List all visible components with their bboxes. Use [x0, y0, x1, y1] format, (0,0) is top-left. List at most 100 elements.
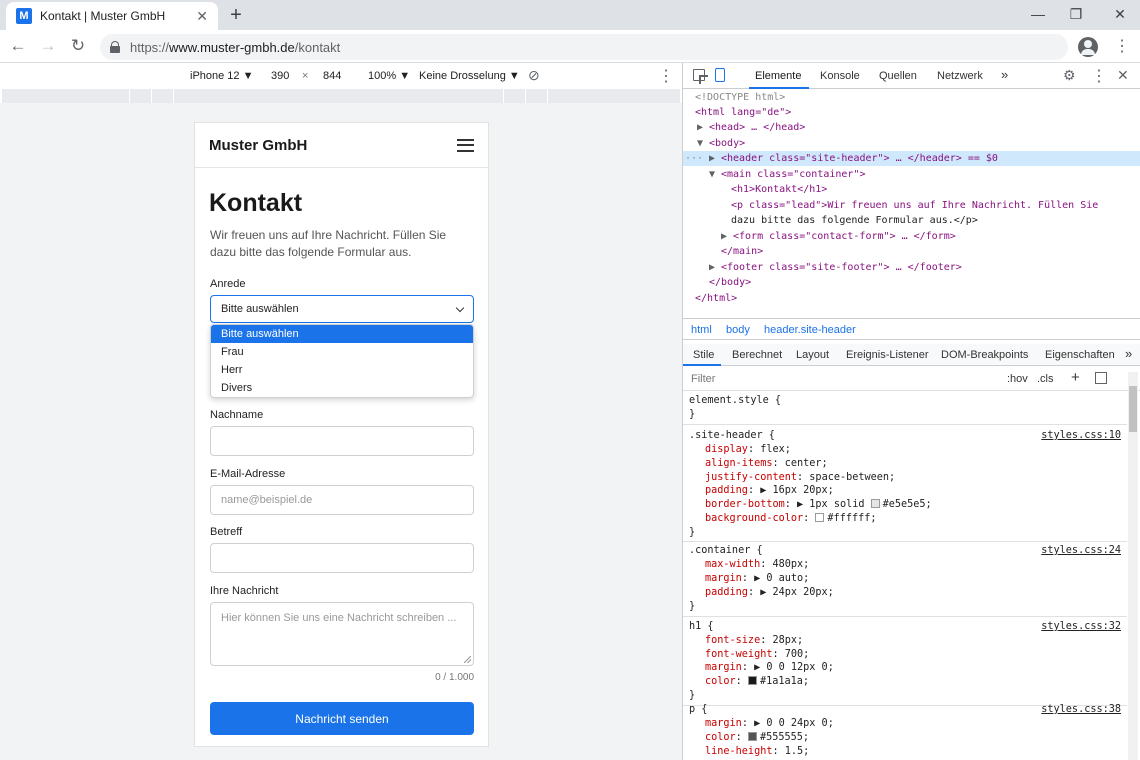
inspect-element-icon[interactable] [693, 69, 708, 84]
dom-main-open[interactable]: <main class="container"> [721, 167, 866, 182]
decl[interactable]: align-items: center; [705, 458, 828, 469]
color-swatch-icon[interactable] [747, 732, 757, 741]
crumb-header[interactable]: header.site-header [764, 324, 856, 336]
tab-close-icon[interactable]: ✕ [196, 8, 208, 25]
settings-gear-icon[interactable]: ⚙ [1063, 67, 1076, 84]
decl[interactable]: line-height: 1.5; [705, 746, 809, 757]
option-bitte-auswaehlen[interactable]: Bitte auswählen [211, 325, 473, 343]
email-input[interactable]: name@beispiel.de [210, 485, 474, 515]
rotate-icon[interactable]: ⊘ [528, 67, 540, 84]
decl[interactable]: margin: ▶ 0 0 24px 0; [705, 718, 834, 729]
dom-body-close[interactable]: </body> [709, 275, 751, 290]
new-tab-button[interactable]: + [226, 4, 246, 26]
rule-h1-selector[interactable]: h1 { [689, 621, 714, 632]
cls-toggle[interactable]: .cls [1037, 373, 1054, 385]
expand-form-icon[interactable]: ▶ [721, 229, 727, 244]
hamburger-menu-icon[interactable] [457, 138, 474, 152]
dom-footer[interactable]: <footer class="site-footer"> … </footer> [721, 260, 962, 275]
tab-eigenschaften[interactable]: Eigenschaften [1045, 349, 1115, 361]
color-swatch-icon[interactable] [747, 676, 757, 685]
node-actions-icon[interactable]: ··· [685, 151, 703, 166]
filter-input[interactable]: Filter [691, 373, 715, 385]
decl[interactable]: padding: ▶ 16px 20px; [705, 485, 834, 496]
window-close-icon[interactable]: ✕ [1110, 6, 1130, 23]
decl[interactable]: color: #1a1a1a; [705, 676, 809, 687]
expand-footer-icon[interactable]: ▶ [709, 260, 715, 275]
profile-avatar-icon[interactable] [1078, 37, 1098, 57]
styles-scrollbar[interactable] [1128, 372, 1138, 760]
decl[interactable]: font-weight: 700; [705, 649, 809, 660]
dom-p-line2[interactable]: dazu bitte das folgende Formular aus.</p… [731, 213, 978, 228]
lastname-input[interactable] [210, 426, 474, 456]
dom-html-open[interactable]: <html lang="de"> [695, 105, 791, 120]
element-style-selector[interactable]: element.style { [689, 395, 781, 406]
minimize-icon[interactable]: — [1028, 6, 1048, 22]
crumb-body[interactable]: body [726, 324, 750, 336]
crumb-html[interactable]: html [691, 324, 712, 336]
devtools-menu-icon[interactable]: ⋮ [1091, 69, 1107, 85]
browser-menu-icon[interactable]: ⋮ [1114, 39, 1130, 55]
salutation-select[interactable]: Bitte auswählen [210, 295, 474, 323]
device-select[interactable]: iPhone 12 ▼ [190, 70, 254, 82]
tab-dom-breakpoints[interactable]: DOM-Breakpoints [941, 349, 1028, 361]
decl[interactable]: font-size: 28px; [705, 635, 803, 646]
browser-tab[interactable]: M Kontakt | Muster GmbH ✕ [6, 2, 218, 30]
rule-site-header-selector[interactable]: .site-header { [689, 430, 775, 441]
color-swatch-icon[interactable] [870, 499, 880, 508]
computed-sidebar-icon[interactable] [1095, 372, 1107, 384]
tab-quellen[interactable]: Quellen [879, 70, 917, 82]
tab-layout[interactable]: Layout [796, 349, 829, 361]
rule-site-header-source[interactable]: styles.css:10 [1041, 430, 1121, 441]
tab-netzwerk[interactable]: Netzwerk [937, 70, 983, 82]
decl[interactable]: max-width: 480px; [705, 559, 809, 570]
decl[interactable]: border-bottom: ▶ 1px solid #e5e5e5; [705, 499, 932, 510]
tab-ereignis-listener[interactable]: Ereignis-Listener [846, 349, 929, 361]
message-textarea[interactable]: Hier können Sie uns eine Nachricht schre… [210, 602, 474, 666]
collapse-main-icon[interactable]: ▼ [709, 167, 715, 182]
decl[interactable]: display: flex; [705, 444, 791, 455]
dom-doctype[interactable]: <!DOCTYPE html> [695, 90, 785, 105]
omnibox[interactable]: https://www.muster-gmbh.de/kontakt [100, 34, 1068, 60]
tab-stile[interactable]: Stile [693, 349, 714, 361]
option-divers[interactable]: Divers [211, 379, 473, 397]
tab-berechnet[interactable]: Berechnet [732, 349, 782, 361]
device-width-input[interactable]: 390 [271, 70, 289, 82]
forward-arrow-icon[interactable]: → [38, 36, 58, 56]
maximize-icon[interactable]: ❐ [1066, 6, 1086, 23]
rule-h1-source[interactable]: styles.css:32 [1041, 621, 1121, 632]
expand-header-icon[interactable]: ▶ [709, 151, 715, 166]
dom-h1[interactable]: <h1>Kontakt</h1> [731, 182, 827, 197]
subject-input[interactable] [210, 543, 474, 573]
hov-toggle[interactable]: :hov [1007, 373, 1028, 385]
device-height-input[interactable]: 844 [323, 70, 341, 82]
rule-p-selector[interactable]: p { [689, 704, 707, 715]
more-tabs-icon[interactable]: » [1001, 67, 1008, 82]
device-toggle-icon[interactable] [715, 68, 725, 82]
dom-body-open[interactable]: <body> [709, 136, 745, 151]
color-swatch-icon[interactable] [815, 513, 825, 522]
decl[interactable]: justify-content: space-between; [705, 472, 895, 483]
rule-p-source[interactable]: styles.css:38 [1041, 704, 1121, 715]
option-frau[interactable]: Frau [211, 343, 473, 361]
decl[interactable]: background-color: #ffffff; [705, 513, 877, 524]
devtools-close-icon[interactable]: ✕ [1117, 67, 1129, 84]
device-menu-icon[interactable]: ⋮ [658, 69, 674, 85]
decl[interactable]: margin: ▶ 0 0 12px 0; [705, 662, 834, 673]
reload-icon[interactable]: ↻ [68, 36, 88, 56]
tab-elemente[interactable]: Elemente [755, 70, 801, 82]
dom-html-close[interactable]: </html> [695, 291, 737, 306]
decl[interactable]: padding: ▶ 24px 20px; [705, 587, 834, 598]
dom-main-close[interactable]: </main> [721, 244, 763, 259]
decl[interactable]: margin: ▶ 0 auto; [705, 573, 809, 584]
media-query-ruler[interactable] [2, 89, 680, 103]
submit-button[interactable]: Nachricht senden [210, 702, 474, 735]
back-arrow-icon[interactable]: ← [8, 36, 28, 56]
collapse-body-icon[interactable]: ▼ [697, 136, 703, 151]
throttle-select[interactable]: Keine Drosselung ▼ [419, 70, 520, 82]
option-herr[interactable]: Herr [211, 361, 473, 379]
more-subtabs-icon[interactable]: » [1125, 346, 1132, 361]
rule-container-source[interactable]: styles.css:24 [1041, 545, 1121, 556]
dom-p-line1[interactable]: <p class="lead">Wir freuen uns auf Ihre … [731, 198, 1098, 213]
dom-head[interactable]: <head> … </head> [709, 120, 805, 135]
add-rule-icon[interactable]: + [1071, 369, 1080, 386]
